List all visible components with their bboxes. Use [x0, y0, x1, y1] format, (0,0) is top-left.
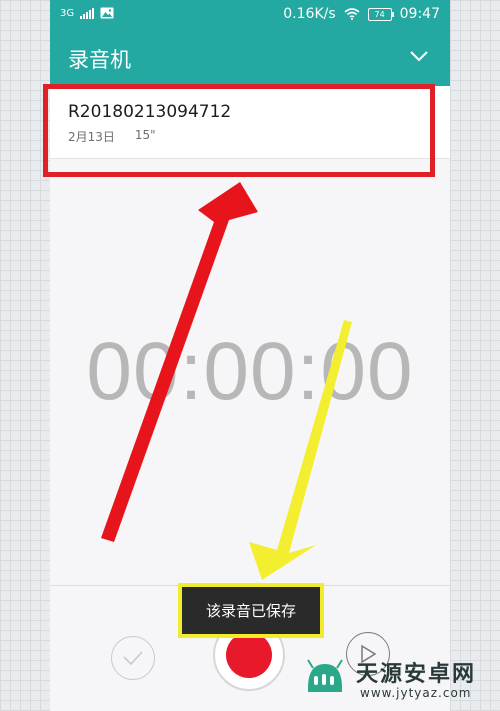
recording-name: R20180213094712	[68, 102, 232, 122]
page-title: 录音机	[68, 48, 131, 72]
record-icon	[226, 632, 272, 678]
app-header: 录音机	[50, 30, 450, 86]
recording-date: 2月13日	[68, 130, 115, 144]
finish-button[interactable]	[111, 636, 155, 680]
status-bar: 3G 0.16K/s 74 09:47	[50, 0, 450, 30]
network-speed: 0.16K/s	[283, 6, 336, 22]
watermark-url: www.jytyaz.com	[360, 686, 472, 700]
status-right: 0.16K/s 74 09:47	[283, 6, 440, 22]
status-left: 3G	[60, 7, 114, 19]
clock: 09:47	[399, 6, 440, 22]
check-icon	[123, 651, 143, 666]
android-logo-icon	[307, 659, 343, 692]
recording-list-item[interactable]: R20180213094712 2月13日 15"	[50, 86, 450, 159]
watermark: 天源安卓网 www.jytyaz.com	[300, 652, 496, 708]
watermark-title: 天源安卓网	[356, 662, 477, 687]
recording-duration: 15"	[134, 128, 156, 142]
timer-display: 00:00:00	[86, 326, 414, 417]
signal-icon	[80, 7, 95, 19]
recording-meta: 2月13日 15"	[68, 128, 156, 145]
wifi-icon	[344, 8, 360, 20]
saved-toast: 该录音已保存	[178, 583, 324, 638]
chevron-down-icon[interactable]	[410, 50, 428, 62]
image-icon	[100, 7, 114, 19]
battery-icon: 74	[367, 7, 394, 21]
network-type: 3G	[60, 7, 75, 19]
